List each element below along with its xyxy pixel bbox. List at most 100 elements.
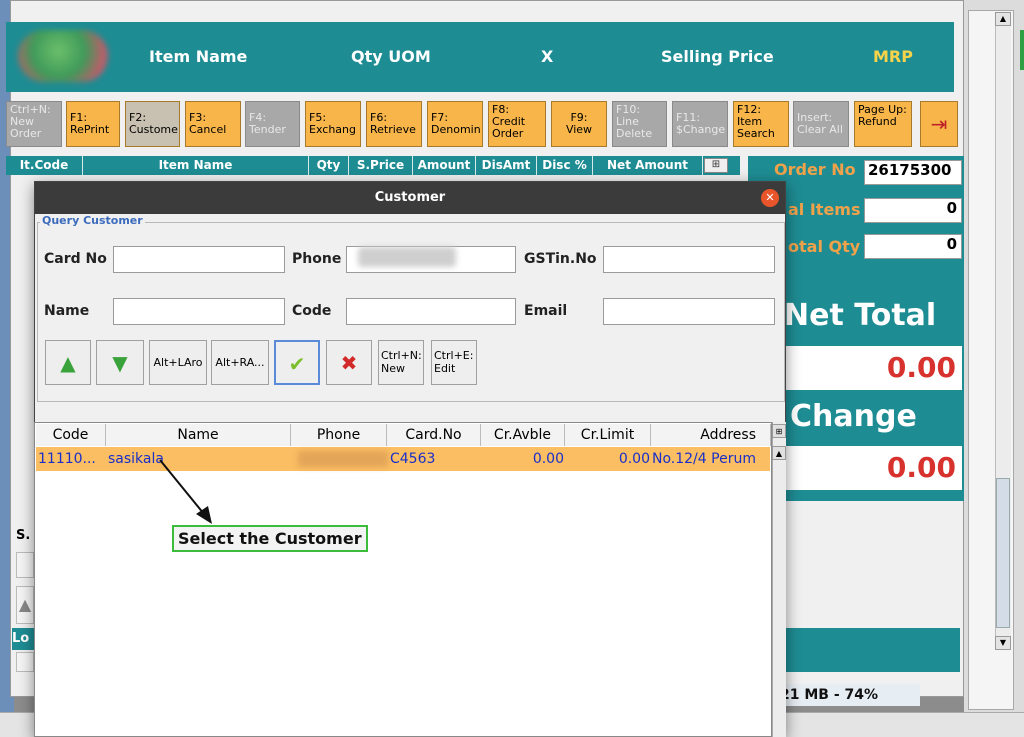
card-no-input[interactable] (113, 246, 285, 273)
list-col-cr-limit[interactable]: Cr.Limit (565, 424, 651, 446)
exit-button[interactable]: ⇥ (920, 101, 958, 147)
list-column-chooser-icon[interactable]: ⊞ (772, 424, 786, 438)
edit-customer-button[interactable]: Ctrl+E: Edit (431, 340, 477, 385)
code-label: Code (292, 303, 332, 319)
query-customer-legend: Query Customer (40, 214, 145, 227)
partial-label-s: S. (16, 528, 31, 543)
exchange-button[interactable]: F5: Exchang (305, 101, 361, 147)
list-col-address[interactable]: Address (651, 424, 771, 446)
item-search-button[interactable]: F12: Item Search (733, 101, 789, 147)
total-qty-label: otal Qty (788, 237, 861, 256)
move-down-button[interactable]: ▼ (96, 340, 144, 385)
list-col-phone[interactable]: Phone (291, 424, 387, 446)
partial-input (16, 552, 34, 578)
annotation-arrow-icon (159, 459, 212, 524)
alt-left-arrow-button[interactable]: Alt+LAro (149, 340, 207, 385)
col-qty[interactable]: Qty (309, 156, 349, 175)
header-selling-price: Selling Price (661, 47, 774, 66)
bottom-teal-bar (784, 628, 960, 672)
row-code: 11110... (38, 451, 96, 467)
col-disc-pct[interactable]: Disc % (537, 156, 593, 175)
cancel-button[interactable]: ✖ (326, 340, 372, 385)
row-card-no: C4563 (390, 451, 436, 467)
annotation-callout: Select the Customer (172, 525, 368, 552)
customer-button[interactable]: F2: Custome (125, 101, 180, 147)
net-total-value: 0.00 (784, 346, 962, 390)
refund-button[interactable]: Page Up: Refund (854, 101, 912, 147)
move-up-button[interactable]: ▲ (45, 340, 91, 385)
line-delete-button[interactable]: F10: Line Delete (612, 101, 667, 147)
name-input[interactable] (113, 298, 285, 325)
view-button[interactable]: F9: View (551, 101, 607, 147)
function-toolbar: Ctrl+N: New Order F1: RePrint F2: Custome F… (6, 101, 958, 149)
pos-header: Item Name Qty UOM X Selling Price MRP (6, 22, 954, 92)
customer-list-scrollbar[interactable] (772, 422, 786, 737)
gstin-label: GSTin.No (524, 251, 597, 267)
partial-up-icon: ▲ (16, 586, 34, 624)
change-value: 0.00 (784, 446, 962, 490)
alt-right-arrow-button[interactable]: Alt+RA... (211, 340, 269, 385)
customer-list: Code Name Phone Card.No Cr.Avble Cr.Limi… (34, 422, 772, 737)
name-label: Name (44, 303, 90, 319)
close-icon[interactable]: ✕ (761, 189, 779, 207)
card-no-label: Card No (44, 251, 107, 267)
checkmark-icon: ✔ (288, 352, 306, 376)
net-total-label: Net Total (784, 298, 937, 333)
scroll-up-button[interactable]: ▲ (995, 12, 1011, 26)
denomination-button[interactable]: F7: Denomin (427, 101, 483, 147)
row-address: No.12/4 Perum (652, 451, 756, 467)
partial-input-2 (16, 652, 34, 672)
header-item-name: Item Name (149, 47, 248, 66)
row-cr-avble: 0.00 (532, 451, 564, 467)
change-button[interactable]: F11: $Change (672, 101, 728, 147)
cancel-order-button[interactable]: F3: Cancel (185, 101, 241, 147)
scroll-down-button[interactable]: ▼ (995, 636, 1011, 650)
table-row[interactable]: 11110... sasikala C4563 0.00 0.00 No.12/… (36, 447, 770, 471)
total-items-label: al Items (788, 200, 861, 219)
code-input[interactable] (346, 298, 516, 325)
header-qty-uom: Qty UOM (351, 47, 431, 66)
list-scroll-up-button[interactable]: ▲ (772, 446, 786, 460)
order-no-value: 26175300 (864, 160, 962, 185)
gstin-input[interactable] (603, 246, 775, 273)
company-logo (18, 30, 108, 82)
list-col-name[interactable]: Name (106, 424, 291, 446)
clear-all-button[interactable]: Insert: Clear All (793, 101, 849, 147)
list-col-card-no[interactable]: Card.No (387, 424, 481, 446)
cross-icon: ✖ (340, 351, 358, 375)
list-col-cr-avble[interactable]: Cr.Avble (481, 424, 565, 446)
new-order-button[interactable]: Ctrl+N: New Order (6, 101, 62, 147)
row-phone-redaction (298, 451, 388, 467)
column-chooser-icon[interactable]: ⊞ (704, 158, 728, 173)
list-col-code[interactable]: Code (36, 424, 106, 446)
col-s-price[interactable]: S.Price (349, 156, 413, 175)
col-dis-amt[interactable]: DisAmt (476, 156, 537, 175)
item-grid-header: It.Code Item Name Qty S.Price Amount Dis… (6, 156, 740, 175)
tender-button[interactable]: F4: Tender (245, 101, 300, 147)
ok-button[interactable]: ✔ (274, 340, 320, 385)
dialog-title: Customer (35, 182, 785, 214)
email-input[interactable] (603, 298, 775, 325)
retrieve-button[interactable]: F6: Retrieve (366, 101, 422, 147)
reprint-button[interactable]: F1: RePrint (66, 101, 120, 147)
exit-icon: ⇥ (930, 112, 948, 136)
partial-label-lo: Lo (12, 628, 34, 650)
col-amount[interactable]: Amount (413, 156, 476, 175)
scroll-thumb[interactable] (996, 478, 1010, 628)
phone-label: Phone (292, 251, 342, 267)
total-items-value: 0 (864, 198, 962, 223)
col-it-code[interactable]: It.Code (6, 156, 83, 175)
email-label: Email (524, 303, 568, 319)
new-customer-button[interactable]: Ctrl+N: New (378, 340, 424, 385)
arrow-down-icon: ▼ (112, 351, 128, 375)
background-accent (1020, 30, 1024, 70)
arrow-up-icon: ▲ (60, 351, 76, 375)
total-qty-value: 0 (864, 234, 962, 259)
credit-order-button[interactable]: F8: Credit Order (488, 101, 546, 147)
col-item-name[interactable]: Item Name (83, 156, 309, 175)
col-net-amount[interactable]: Net Amount (593, 156, 703, 175)
header-mrp: MRP (873, 47, 913, 66)
header-x: X (541, 47, 554, 66)
order-no-label: Order No (774, 160, 856, 179)
row-cr-limit: 0.00 (618, 451, 650, 467)
